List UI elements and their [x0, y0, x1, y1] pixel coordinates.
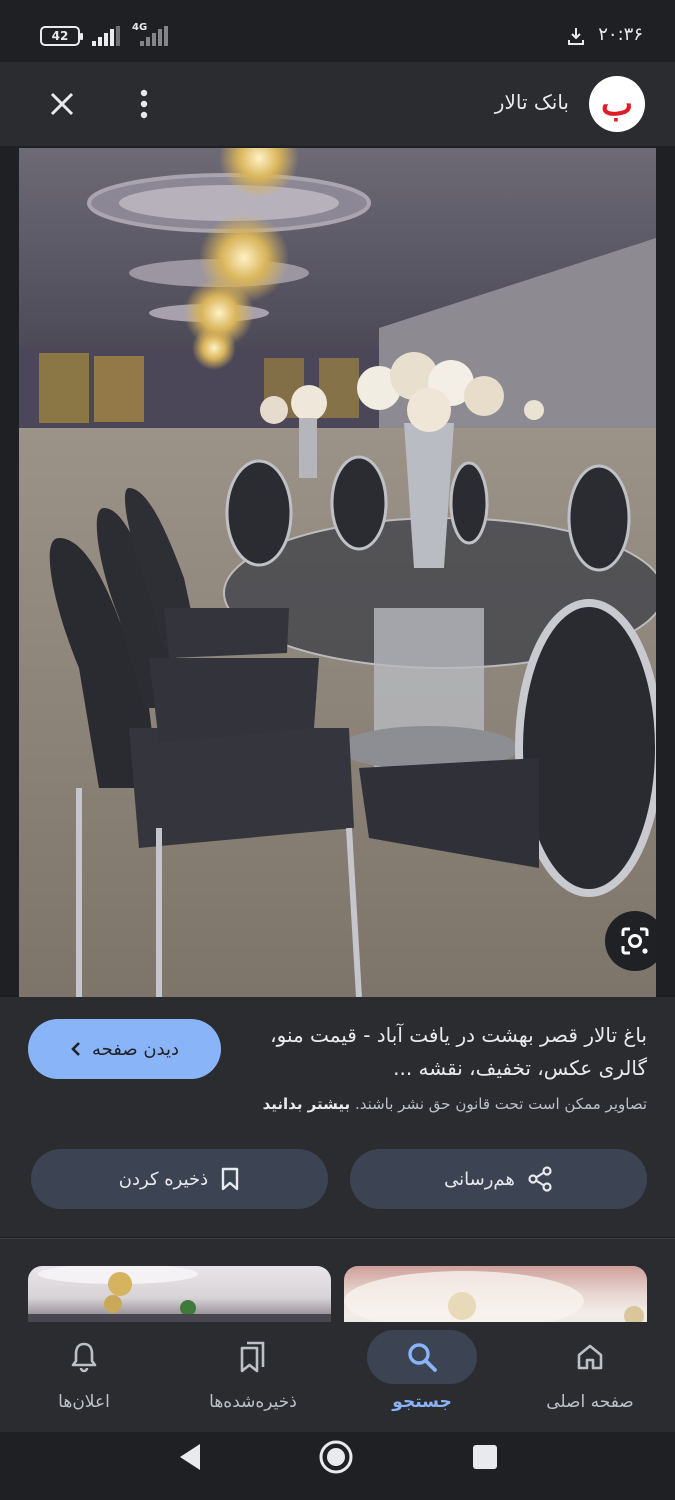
- share-button[interactable]: هم‌رسانی: [350, 1149, 647, 1209]
- search-icon: [408, 1343, 437, 1372]
- share-icon: [528, 1166, 552, 1192]
- nav-saved-label: ذخیره‌شده‌ها: [209, 1392, 297, 1412]
- nav-notifications-pill: [29, 1330, 139, 1384]
- signal-icon-secondary: [140, 26, 172, 46]
- related-image-thumbnail[interactable]: [28, 1266, 331, 1322]
- copyright-text: تصاویر ممکن است تحت قانون حق نشر باشند.: [354, 1095, 647, 1113]
- nav-search-label: جستجو: [392, 1392, 452, 1412]
- nav-search-pill: [367, 1330, 477, 1384]
- more-options-button[interactable]: [124, 82, 164, 126]
- visit-page-label: دیدن صفحه: [91, 1038, 180, 1060]
- nav-home-label: صفحه اصلی: [546, 1392, 634, 1412]
- nav-saved[interactable]: ذخیره‌شده‌ها: [169, 1322, 337, 1432]
- lens-search-button[interactable]: [605, 911, 656, 971]
- lens-icon: [621, 927, 649, 955]
- nav-search[interactable]: جستجو: [338, 1322, 506, 1432]
- site-name[interactable]: بانک تالار: [495, 90, 569, 114]
- more-vert-icon: [140, 89, 148, 119]
- learn-more-link[interactable]: بیشتر بدانید: [263, 1095, 351, 1113]
- bookmarks-icon: [240, 1341, 265, 1373]
- battery-indicator: 42: [40, 26, 83, 46]
- save-label: ذخیره کردن: [118, 1168, 209, 1190]
- visit-page-button[interactable]: دیدن صفحه: [28, 1019, 221, 1079]
- close-button[interactable]: [40, 82, 84, 126]
- status-bar: 42 4G ۲۰:۳۶: [0, 0, 675, 62]
- chevron-left-icon: [71, 1042, 80, 1056]
- signal-icon: [92, 26, 124, 46]
- recents-icon[interactable]: [472, 1444, 498, 1470]
- related-images: [0, 1239, 675, 1322]
- bell-icon: [71, 1342, 97, 1373]
- result-title[interactable]: باغ تالار قصر بهشت در یافت آباد - قیمت م…: [247, 1019, 647, 1085]
- close-icon: [50, 92, 74, 116]
- nav-notifications-label: اعلان‌ها: [58, 1392, 110, 1412]
- bottom-navigation: صفحه اصلی جستجو ذخیره‌شده‌ها اعلان‌ها: [0, 1322, 675, 1432]
- related-image-illustration: [344, 1271, 644, 1322]
- result-info-panel: باغ تالار قصر بهشت در یافت آباد - قیمت م…: [0, 997, 675, 1237]
- save-button[interactable]: ذخیره کردن: [31, 1149, 328, 1209]
- nav-home-pill: [535, 1330, 645, 1384]
- hall-photo-illustration: [19, 148, 656, 997]
- related-image-illustration: [28, 1266, 331, 1322]
- system-navigation-bar: [0, 1432, 675, 1500]
- site-logo[interactable]: ب: [589, 76, 645, 132]
- nav-saved-pill: [198, 1330, 308, 1384]
- image-viewer: [0, 146, 675, 997]
- copyright-notice: تصاویر ممکن است تحت قانون حق نشر باشند. …: [263, 1095, 647, 1113]
- home-icon: [577, 1344, 603, 1370]
- nav-home[interactable]: صفحه اصلی: [506, 1322, 674, 1432]
- clock: ۲۰:۳۶: [598, 24, 643, 45]
- back-icon[interactable]: [176, 1442, 204, 1472]
- home-circle-icon[interactable]: [318, 1439, 354, 1475]
- download-icon: [568, 28, 584, 45]
- bookmark-icon: [222, 1167, 239, 1191]
- related-image-thumbnail[interactable]: [344, 1266, 647, 1322]
- viewer-top-bar: بانک تالار ب: [0, 62, 675, 146]
- share-label: هم‌رسانی: [444, 1168, 515, 1190]
- hall-photo[interactable]: [19, 148, 656, 997]
- nav-notifications[interactable]: اعلان‌ها: [0, 1322, 168, 1432]
